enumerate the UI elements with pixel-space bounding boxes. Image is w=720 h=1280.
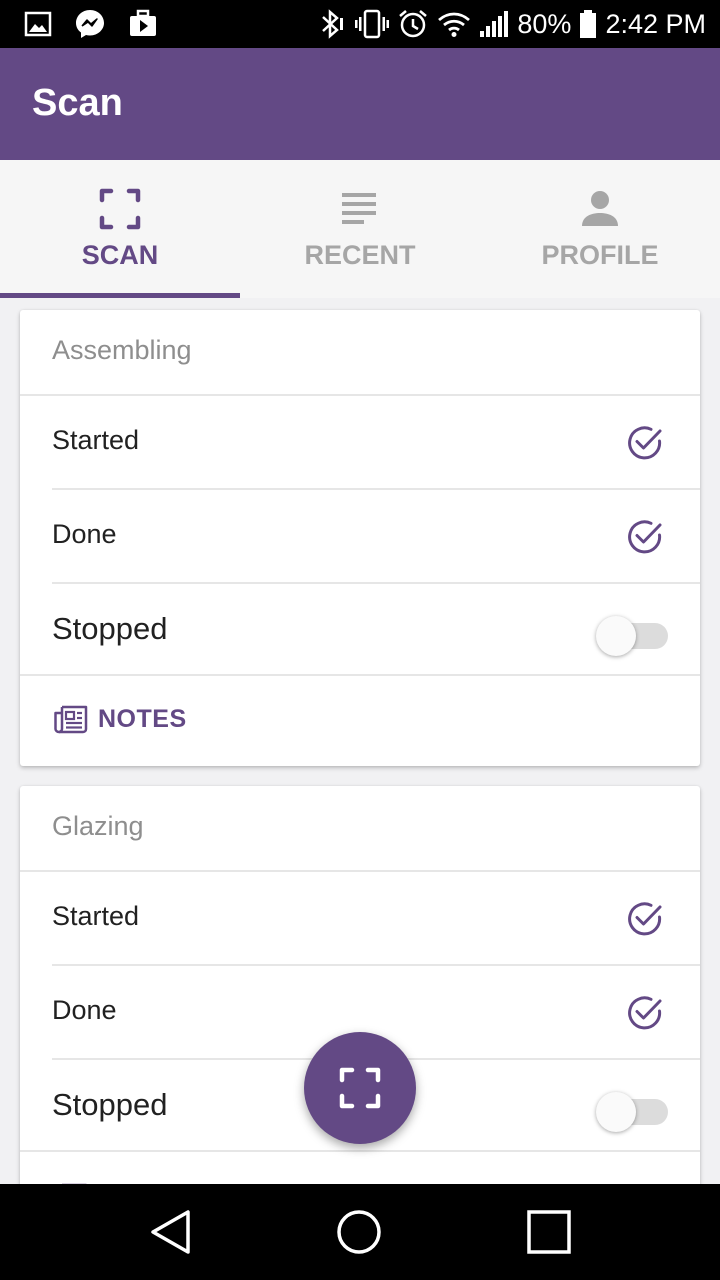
notes-label: NOTES <box>98 704 187 733</box>
row-started[interactable]: Started <box>20 396 700 490</box>
status-right-icons: 80% 2:42 PM <box>317 8 706 40</box>
clock: 2:42 PM <box>605 8 706 39</box>
person-icon <box>480 188 720 230</box>
check-circle-icon[interactable] <box>626 518 664 561</box>
row-done[interactable]: Done <box>20 490 700 584</box>
notes-button[interactable]: NOTES <box>54 704 187 734</box>
tab-scan[interactable]: SCAN <box>0 160 240 298</box>
stage-card-assembling: Assembling Started Done Stopped NOTES <box>20 310 700 766</box>
check-circle-icon[interactable] <box>626 994 664 1037</box>
vibrate-icon <box>355 9 390 39</box>
messenger-icon <box>74 8 106 40</box>
scan-frame-icon <box>0 188 240 230</box>
check-circle-icon[interactable] <box>626 900 664 943</box>
row-label: Done <box>52 519 117 549</box>
gallery-icon <box>24 11 52 37</box>
row-label: Stopped <box>52 1087 168 1122</box>
list-icon <box>240 188 480 230</box>
tab-profile-label: PROFILE <box>541 240 659 270</box>
system-nav-bar <box>0 1184 720 1280</box>
row-label: Stopped <box>52 611 168 646</box>
row-stopped[interactable]: Stopped <box>20 584 700 676</box>
back-icon <box>151 1210 190 1254</box>
card-header: Assembling <box>20 310 700 396</box>
back-button[interactable] <box>140 1204 200 1260</box>
signal-icon <box>479 9 509 39</box>
stopped-toggle[interactable] <box>596 616 668 656</box>
tab-recent-label: RECENT <box>304 240 416 270</box>
card-title: Assembling <box>52 335 192 365</box>
status-left-icons <box>24 8 158 40</box>
recents-icon <box>527 1210 571 1254</box>
recents-button[interactable] <box>519 1204 579 1260</box>
battery-percent: 80% <box>517 8 572 39</box>
notes-row: NOTES <box>20 676 700 766</box>
tab-recent[interactable]: RECENT <box>240 160 480 298</box>
stopped-toggle[interactable] <box>596 1092 668 1132</box>
toggle-thumb <box>596 616 636 656</box>
home-button[interactable] <box>329 1204 389 1260</box>
card-title: Glazing <box>52 811 144 841</box>
row-label: Done <box>52 995 117 1025</box>
tab-bar: SCAN RECENT PROFILE <box>0 160 720 298</box>
row-started[interactable]: Started <box>20 872 700 966</box>
page-title: Scan <box>32 82 123 124</box>
newspaper-icon <box>54 705 88 734</box>
bluetooth-icon <box>317 9 347 39</box>
tab-profile[interactable]: PROFILE <box>480 160 720 298</box>
check-circle-icon[interactable] <box>626 424 664 467</box>
scan-frame-icon <box>339 1067 381 1109</box>
media-icon <box>128 9 158 39</box>
tab-scan-label: SCAN <box>81 240 159 270</box>
app-bar: Scan <box>0 48 720 160</box>
row-label: Started <box>52 425 140 455</box>
home-icon <box>337 1210 381 1254</box>
toggle-thumb <box>596 1092 636 1132</box>
wifi-icon <box>437 10 471 38</box>
active-tab-indicator <box>0 293 240 298</box>
alarm-icon <box>397 8 429 40</box>
row-label: Started <box>52 901 140 931</box>
scan-fab-button[interactable] <box>304 1032 416 1144</box>
card-header: Glazing <box>20 786 700 872</box>
battery-icon <box>579 9 597 39</box>
status-bar: 80% 2:42 PM <box>0 0 720 48</box>
